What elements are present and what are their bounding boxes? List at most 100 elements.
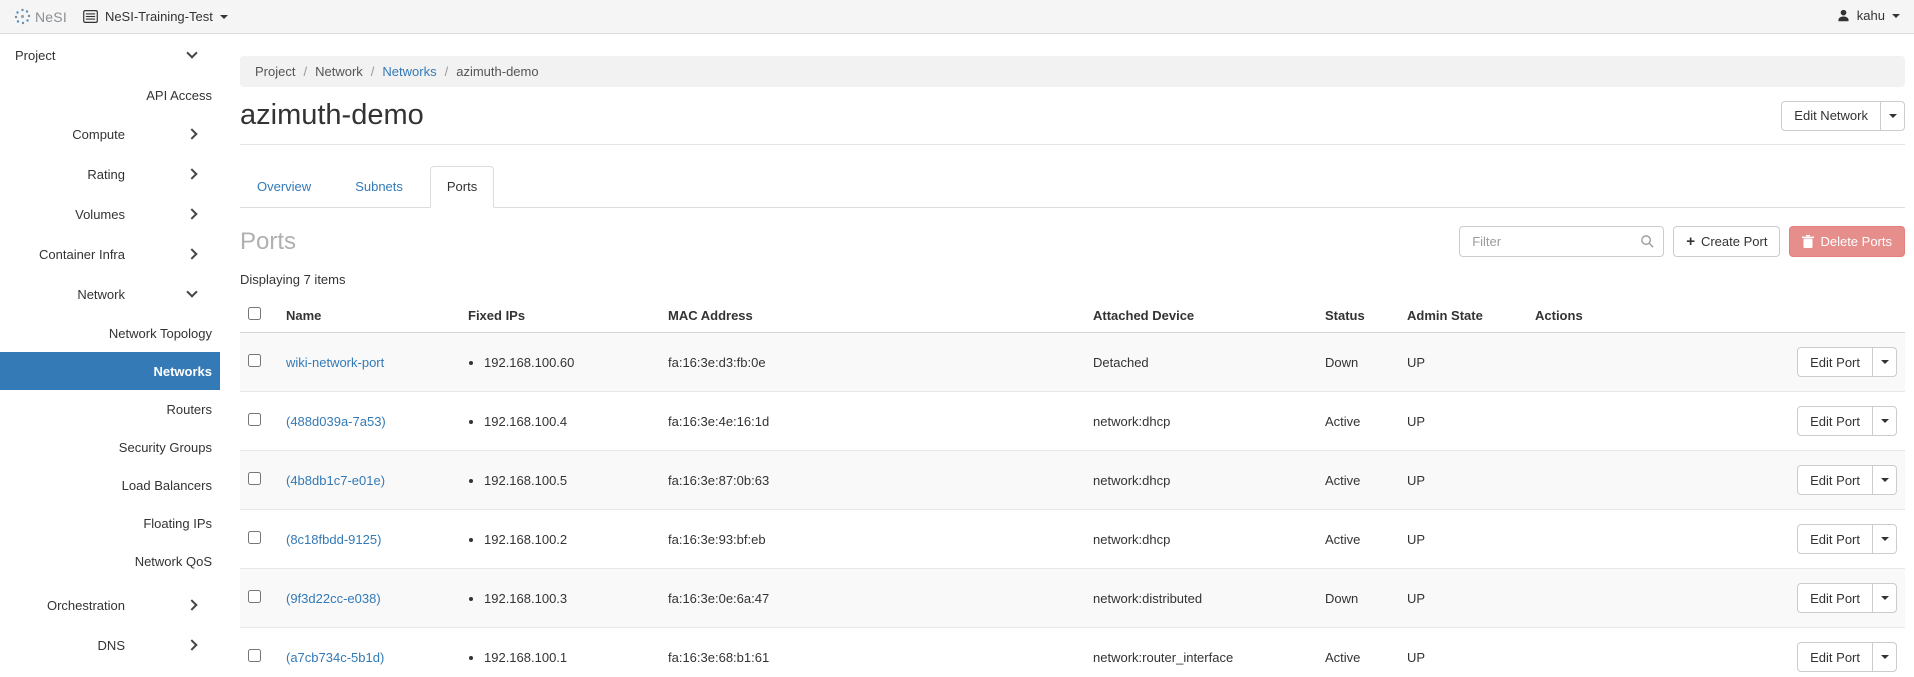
sidebar-item-label: Routers bbox=[166, 402, 212, 417]
table-header-row: Name Fixed IPs MAC Address Attached Devi… bbox=[240, 298, 1905, 333]
mac-address: fa:16:3e:4e:16:1d bbox=[660, 392, 1085, 451]
row-checkbox[interactable] bbox=[248, 472, 261, 485]
edit-port-button-group: Edit Port bbox=[1797, 465, 1897, 495]
sidebar-item-api-access[interactable]: API Access bbox=[0, 76, 220, 114]
port-name-link[interactable]: (4b8db1c7-e01e) bbox=[286, 473, 385, 488]
edit-port-button-group: Edit Port bbox=[1797, 524, 1897, 554]
delete-ports-button[interactable]: Delete Ports bbox=[1789, 226, 1905, 257]
fixed-ip: 192.168.100.3 bbox=[484, 591, 652, 606]
main-content: Project / Network / Networks / azimuth-d… bbox=[220, 34, 1914, 677]
edit-port-dropdown-toggle[interactable] bbox=[1872, 465, 1897, 495]
edit-port-button[interactable]: Edit Port bbox=[1797, 465, 1873, 495]
edit-port-button[interactable]: Edit Port bbox=[1797, 583, 1873, 613]
edit-port-button[interactable]: Edit Port bbox=[1797, 406, 1873, 436]
caret-down-icon bbox=[1881, 596, 1889, 600]
edit-port-dropdown-toggle[interactable] bbox=[1872, 524, 1897, 554]
edit-port-button[interactable]: Edit Port bbox=[1797, 524, 1873, 554]
tab-overview[interactable]: Overview bbox=[240, 166, 328, 208]
nesi-logo-text: NeSI bbox=[35, 9, 67, 25]
breadcrumb: Project / Network / Networks / azimuth-d… bbox=[240, 56, 1905, 87]
plus-icon: + bbox=[1686, 234, 1695, 249]
tab-ports[interactable]: Ports bbox=[430, 166, 494, 208]
create-port-button[interactable]: + Create Port bbox=[1673, 226, 1780, 257]
chevron-down-icon bbox=[186, 286, 197, 297]
edit-port-button-group: Edit Port bbox=[1797, 347, 1897, 377]
sidebar-item-rating[interactable]: Rating bbox=[0, 154, 220, 194]
sidebar-item-network-topology[interactable]: Network Topology bbox=[0, 314, 220, 352]
edit-network-button[interactable]: Edit Network bbox=[1781, 101, 1881, 131]
edit-port-dropdown-toggle[interactable] bbox=[1872, 347, 1897, 377]
attached-device: network:router_interface bbox=[1085, 628, 1317, 677]
breadcrumb-separator: / bbox=[303, 64, 307, 79]
user-menu[interactable]: kahu bbox=[1837, 8, 1900, 23]
sidebar-item-label: Network Topology bbox=[109, 326, 212, 341]
breadcrumb-separator: / bbox=[371, 64, 375, 79]
sidebar-item-network[interactable]: Network bbox=[0, 274, 220, 314]
chevron-right-icon bbox=[186, 208, 197, 219]
search-icon[interactable] bbox=[1640, 234, 1655, 249]
fixed-ip: 192.168.100.2 bbox=[484, 532, 652, 547]
edit-network-dropdown-toggle[interactable] bbox=[1880, 101, 1905, 131]
port-name-link[interactable]: (9f3d22cc-e038) bbox=[286, 591, 381, 606]
port-name-link[interactable]: wiki-network-port bbox=[286, 355, 384, 370]
sidebar-item-dns[interactable]: DNS bbox=[0, 625, 220, 665]
sidebar-item-orchestration[interactable]: Orchestration bbox=[0, 585, 220, 625]
attached-device: Detached bbox=[1085, 333, 1317, 392]
header-divider bbox=[240, 144, 1905, 145]
sidebar-item-volumes[interactable]: Volumes bbox=[0, 194, 220, 234]
row-checkbox[interactable] bbox=[248, 590, 261, 603]
row-checkbox[interactable] bbox=[248, 531, 261, 544]
caret-down-icon bbox=[1889, 114, 1897, 118]
sidebar-item-label: Rating bbox=[87, 167, 125, 182]
sidebar-item-label: Network bbox=[77, 287, 125, 302]
attached-device: network:distributed bbox=[1085, 569, 1317, 628]
sidebar-item-routers[interactable]: Routers bbox=[0, 390, 220, 428]
sidebar-item-label: DNS bbox=[98, 638, 125, 653]
port-name-link[interactable]: (8c18fbdd-9125) bbox=[286, 532, 381, 547]
sidebar-item-object-store[interactable]: Object Store bbox=[0, 665, 220, 677]
edit-port-dropdown-toggle[interactable] bbox=[1872, 406, 1897, 436]
row-checkbox[interactable] bbox=[248, 413, 261, 426]
create-port-label: Create Port bbox=[1701, 234, 1767, 249]
sidebar-item-container-infra[interactable]: Container Infra bbox=[0, 234, 220, 274]
filter-input[interactable] bbox=[1459, 226, 1664, 257]
caret-down-icon bbox=[220, 15, 228, 19]
sidebar-item-project[interactable]: Project bbox=[0, 34, 220, 76]
attached-device: network:dhcp bbox=[1085, 392, 1317, 451]
table-row: (488d039a-7a53) 192.168.100.4 fa:16:3e:4… bbox=[240, 392, 1905, 451]
sidebar-item-compute[interactable]: Compute bbox=[0, 114, 220, 154]
edit-port-button[interactable]: Edit Port bbox=[1797, 347, 1873, 377]
project-switcher-icon bbox=[83, 10, 98, 23]
status-value: Down bbox=[1317, 333, 1399, 392]
fixed-ip: 192.168.100.4 bbox=[484, 414, 652, 429]
row-checkbox[interactable] bbox=[248, 649, 261, 662]
sidebar-item-label: Networks bbox=[153, 364, 212, 379]
edit-port-button[interactable]: Edit Port bbox=[1797, 642, 1873, 672]
column-header-name[interactable]: Name bbox=[278, 298, 460, 333]
caret-down-icon bbox=[1881, 537, 1889, 541]
caret-down-icon bbox=[1881, 360, 1889, 364]
breadcrumb-networks-link[interactable]: Networks bbox=[382, 64, 436, 79]
select-all-checkbox[interactable] bbox=[248, 307, 261, 320]
ports-table: Name Fixed IPs MAC Address Attached Devi… bbox=[240, 298, 1905, 677]
edit-port-dropdown-toggle[interactable] bbox=[1872, 642, 1897, 672]
sidebar-item-load-balancers[interactable]: Load Balancers bbox=[0, 466, 220, 504]
admin-state-value: UP bbox=[1399, 510, 1527, 569]
sidebar-item-security-groups[interactable]: Security Groups bbox=[0, 428, 220, 466]
port-name-link[interactable]: (a7cb734c-5b1d) bbox=[286, 650, 384, 665]
tab-subnets[interactable]: Subnets bbox=[338, 166, 420, 208]
project-switcher[interactable]: NeSI-Training-Test bbox=[83, 9, 228, 24]
sidebar-item-floating-ips[interactable]: Floating IPs bbox=[0, 504, 220, 542]
sidebar-item-label: API Access bbox=[146, 88, 212, 103]
status-value: Active bbox=[1317, 628, 1399, 677]
status-value: Active bbox=[1317, 451, 1399, 510]
table-row: wiki-network-port 192.168.100.60 fa:16:3… bbox=[240, 333, 1905, 392]
filter-field bbox=[1459, 226, 1664, 257]
sidebar-item-networks[interactable]: Networks bbox=[0, 352, 220, 390]
sidebar-item-network-qos[interactable]: Network QoS bbox=[0, 542, 220, 580]
edit-port-dropdown-toggle[interactable] bbox=[1872, 583, 1897, 613]
nesi-logo[interactable]: NeSI bbox=[14, 8, 67, 25]
caret-down-icon bbox=[1881, 655, 1889, 659]
port-name-link[interactable]: (488d039a-7a53) bbox=[286, 414, 386, 429]
row-checkbox[interactable] bbox=[248, 354, 261, 367]
